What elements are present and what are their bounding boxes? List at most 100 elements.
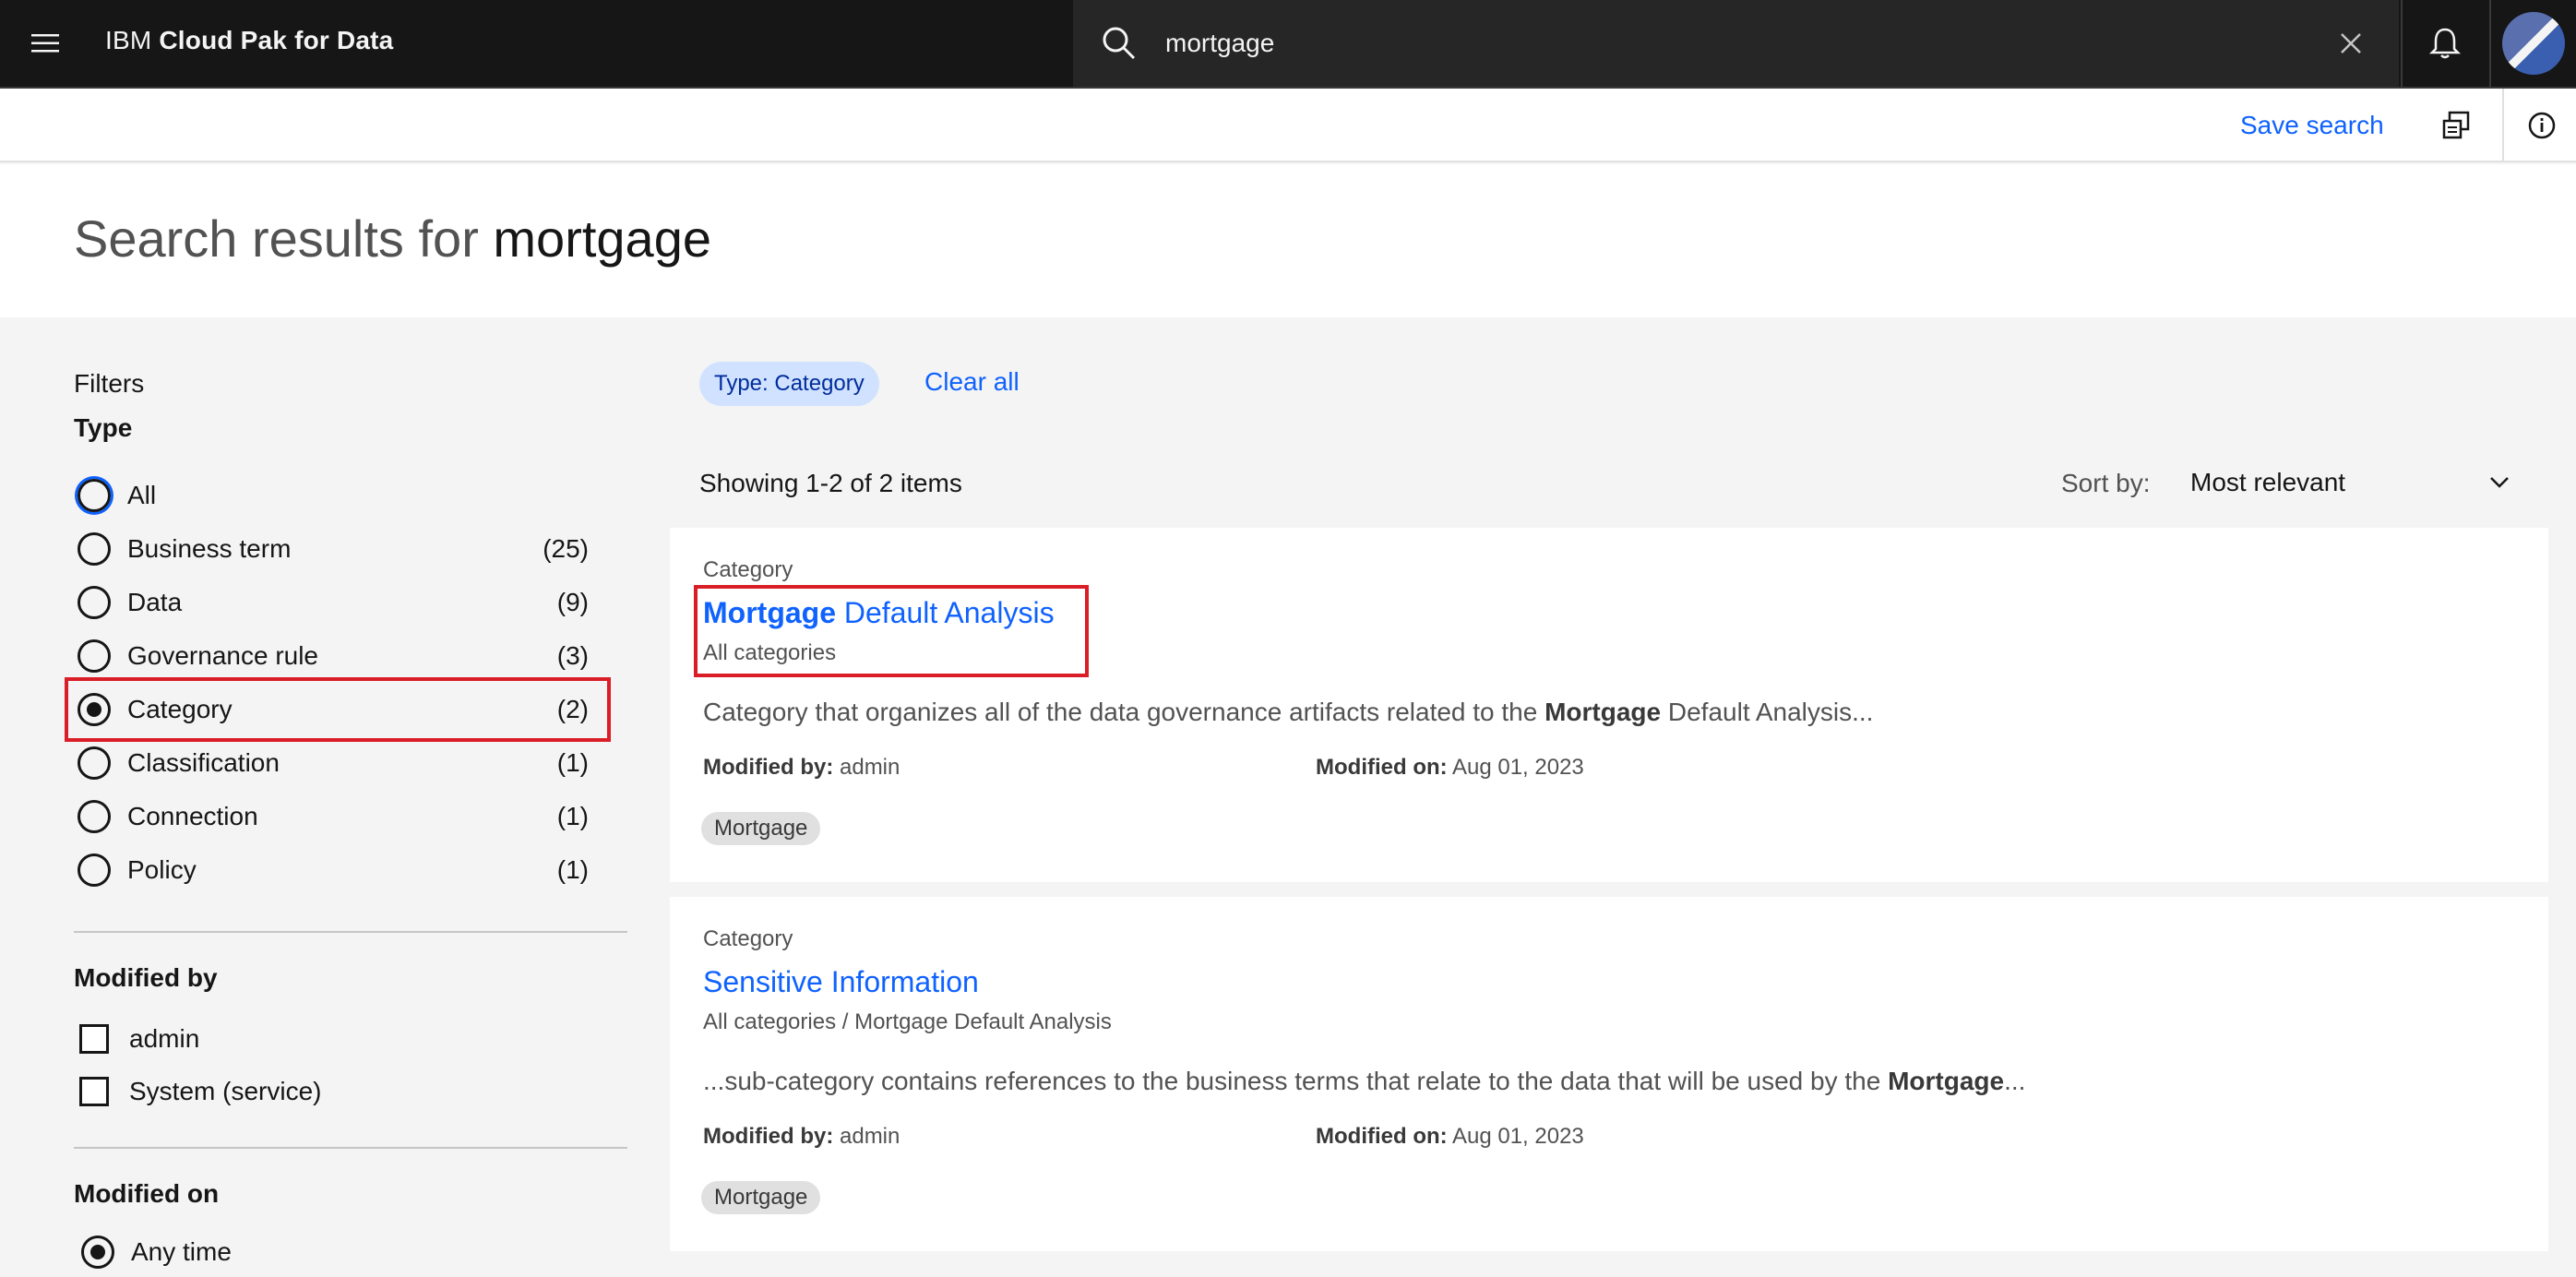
option-count: (1) (556, 855, 589, 884)
title-query: mortgage (493, 209, 711, 268)
option-label: Governance rule (127, 641, 319, 670)
checkbox[interactable] (79, 1024, 109, 1054)
toolbar-divider (2502, 89, 2504, 161)
checkbox[interactable] (79, 1077, 109, 1106)
avatar (2502, 12, 2565, 75)
type-option-classification[interactable]: Classification (1) (74, 740, 600, 786)
desc-text: Default Analysis... (1661, 698, 1874, 726)
radio-button[interactable] (78, 746, 111, 780)
result-tag[interactable]: Mortgage (701, 812, 821, 845)
type-option-policy[interactable]: Policy (1) (74, 847, 600, 893)
desc-text: ...sub-category contains references to t… (703, 1067, 1889, 1095)
page-title: Search results for mortgage (74, 209, 711, 269)
close-icon[interactable] (2333, 26, 2368, 61)
result-card: Category Mortgage Default Analysis All c… (670, 528, 2548, 882)
modified-by: Modified by: admin (703, 755, 900, 781)
top-header: IBM Cloud Pak for Data (0, 0, 2576, 89)
result-type: Category (703, 926, 793, 951)
result-type: Category (703, 557, 793, 582)
desc-text: ... (2004, 1067, 2026, 1095)
type-option-connection[interactable]: Connection (1) (74, 794, 600, 840)
filters-label: Filters (74, 369, 145, 398)
result-description: Category that organizes all of the data … (703, 698, 1873, 727)
result-title-link[interactable]: Sensitive Information (703, 965, 979, 999)
option-count: (25) (543, 534, 589, 563)
modified-by-option-system[interactable]: System (service) (74, 1071, 321, 1112)
result-path: All categories / Mortgage Default Analys… (703, 1009, 1112, 1034)
modified-by: Modified by: admin (703, 1124, 900, 1150)
option-label: All (127, 481, 157, 509)
option-count: (3) (556, 641, 589, 670)
option-label: Business term (127, 534, 292, 563)
type-option-data[interactable]: Data (9) (74, 579, 600, 626)
search-input[interactable] (1165, 20, 2272, 66)
title-prefix: Search results for (74, 209, 479, 268)
meta-value: Aug 01, 2023 (1447, 755, 1584, 780)
product-name[interactable]: IBM Cloud Pak for Data (105, 26, 393, 55)
brand-name: Cloud Pak for Data (159, 26, 394, 54)
option-count: (9) (556, 588, 589, 616)
clear-all-link[interactable]: Clear all (924, 367, 1020, 397)
type-option-governance-rule[interactable]: Governance rule (3) (74, 633, 600, 679)
filter-divider (74, 931, 627, 933)
page-header: Search results for mortgage (0, 164, 2576, 317)
global-search (1073, 0, 2399, 87)
option-label: Any time (131, 1237, 232, 1266)
filter-divider (74, 1147, 627, 1149)
radio-button[interactable] (78, 479, 111, 512)
search-icon (1101, 25, 1138, 62)
chevron-down-icon (2490, 477, 2509, 488)
sort-by-label: Sort by: (2061, 469, 2151, 497)
desc-match: Mortgage (1888, 1067, 2005, 1095)
title-text: Sensitive Information (703, 965, 979, 998)
option-label: Policy (127, 855, 197, 884)
option-count: (1) (556, 802, 589, 830)
user-avatar-button[interactable] (2489, 0, 2576, 87)
type-option-all[interactable]: All (74, 472, 600, 519)
radio-button[interactable] (78, 586, 111, 619)
category-highlight-box (65, 677, 611, 742)
result-card: Category Sensitive Information All categ… (670, 897, 2548, 1251)
menu-icon[interactable] (18, 17, 72, 70)
brand-prefix: IBM (105, 26, 152, 54)
radio-button[interactable] (78, 853, 111, 887)
meta-value: admin (833, 755, 900, 780)
meta-value: admin (833, 1124, 900, 1149)
option-count: (1) (556, 748, 589, 777)
search-toolbar: Save search (0, 89, 2576, 162)
modified-on-option-any-time[interactable]: Any time (74, 1229, 600, 1275)
modified-on: Modified on: Aug 01, 2023 (1316, 1124, 1584, 1150)
type-filter-heading: Type (74, 413, 133, 442)
meta-value: Aug 01, 2023 (1447, 1124, 1584, 1149)
notifications-button[interactable] (2401, 0, 2487, 87)
option-label: Classification (127, 748, 280, 777)
modified-by-option-admin[interactable]: admin (74, 1019, 199, 1059)
meta-label: Modified on: (1316, 1124, 1448, 1149)
save-search-link[interactable]: Save search (2240, 111, 2384, 140)
modified-on-heading: Modified on (74, 1179, 220, 1208)
meta-label: Modified by: (703, 1124, 834, 1149)
bell-icon (2428, 28, 2462, 59)
info-icon[interactable] (2523, 107, 2560, 144)
result-description: ...sub-category contains references to t… (703, 1067, 2025, 1096)
option-label: System (service) (129, 1077, 322, 1105)
option-label: admin (129, 1024, 200, 1053)
result-tag[interactable]: Mortgage (701, 1181, 821, 1214)
type-option-business-term[interactable]: Business term (25) (74, 526, 600, 572)
title-highlight-box (694, 585, 1089, 677)
option-label: Connection (127, 802, 258, 830)
radio-button[interactable] (78, 532, 111, 566)
sort-dropdown[interactable]: Most relevant (2190, 456, 2513, 509)
radio-button[interactable] (78, 800, 111, 833)
sort-value: Most relevant (2190, 468, 2346, 496)
meta-label: Modified on: (1316, 755, 1448, 780)
active-filter-tag[interactable]: Type: Category (699, 362, 879, 406)
radio-button[interactable] (81, 1235, 114, 1269)
desc-text: Category that organizes all of the data … (703, 698, 1545, 726)
radio-button[interactable] (78, 639, 111, 673)
saved-searches-icon[interactable] (2436, 105, 2476, 146)
desc-match: Mortgage (1544, 698, 1662, 726)
modified-on: Modified on: Aug 01, 2023 (1316, 755, 1584, 781)
modified-by-heading: Modified by (74, 963, 218, 992)
results-count: Showing 1-2 of 2 items (699, 469, 962, 497)
